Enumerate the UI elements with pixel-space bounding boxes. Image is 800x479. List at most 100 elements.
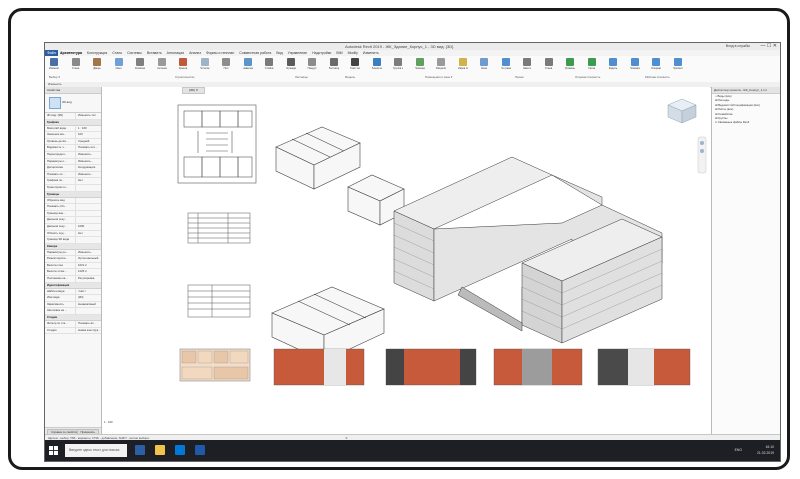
property-row[interactable]: Высота точки ... 1225.4 (45, 269, 101, 277)
property-row[interactable]: Видимость ч... Показать исх... (45, 145, 101, 152)
ribbon-button-model-line[interactable]: Линия модели (372, 58, 382, 70)
edit-type-button[interactable]: Изменить тип (76, 113, 101, 119)
property-row[interactable]: Граница анн... (45, 210, 101, 218)
task-view-icon[interactable] (135, 445, 145, 455)
property-row[interactable]: Параметры о... Изменить... (45, 158, 101, 166)
ribbon-button-curtain-wall[interactable]: Навесная стена (243, 58, 253, 70)
property-value[interactable]: Независимый (76, 302, 101, 308)
ribbon-button-grid[interactable]: Сетка (587, 58, 597, 70)
property-value[interactable]: 1 : 100 (76, 126, 101, 132)
ribbon-button-separator[interactable]: Разделитель (436, 58, 446, 70)
property-row[interactable]: Показать ск... Изменить... (45, 171, 101, 179)
ribbon-button-set-workplane[interactable]: Задать (608, 58, 618, 70)
property-value[interactable]: Показать исх... (76, 145, 101, 151)
property-value[interactable]: 1600 (76, 224, 101, 230)
property-value[interactable]: Новая конструк... (76, 328, 101, 334)
property-value[interactable]: Изменить... (76, 172, 101, 178)
property-row[interactable]: Заголовок на ... (45, 308, 101, 316)
property-value[interactable]: Изменить... (76, 159, 101, 165)
language-indicator[interactable]: ENG (735, 448, 742, 452)
property-value[interactable]: Регулировка (76, 276, 101, 282)
ribbon-button-door[interactable]: Дверь (92, 58, 102, 70)
property-value[interactable]: 100 (76, 132, 101, 138)
ribbon-button-wall[interactable]: Стена (71, 58, 81, 70)
property-value[interactable]: Средний (76, 139, 101, 145)
property-value[interactable]: Нет (76, 178, 101, 184)
file-explorer-icon[interactable] (155, 445, 165, 455)
window-controls[interactable]: — ☐ ✕ (761, 43, 777, 50)
ribbon-button-room-tag[interactable]: Марка помещения (458, 58, 468, 70)
property-row[interactable]: Зависимость Независимый (45, 301, 101, 309)
type-selector[interactable]: 3D вид (45, 94, 101, 113)
ribbon-button-opening-wall[interactable]: Стена (544, 58, 554, 70)
navigation-bar[interactable] (697, 136, 707, 174)
ribbon-button-room[interactable]: Помещение (415, 58, 425, 70)
property-value[interactable]: {3D} (76, 295, 101, 301)
property-value[interactable] (76, 308, 101, 314)
property-value[interactable]: Координация (76, 165, 101, 171)
ribbon-button-railing[interactable]: Ограждение (286, 58, 296, 70)
property-value[interactable]: Изменить... (76, 250, 101, 256)
ribbon-button-component[interactable]: Компонент (135, 58, 145, 70)
property-value[interactable]: Изменить... (76, 152, 101, 158)
ribbon-button-area[interactable]: Зона (479, 58, 489, 70)
property-value[interactable]: 1621.2 (76, 263, 101, 269)
property-value[interactable] (76, 198, 101, 204)
ribbon-button-show[interactable]: Показать (630, 58, 640, 70)
property-row[interactable]: Имя вида {3D} (45, 295, 101, 302)
taskbar-search-input[interactable]: Введите здесь текст для поиска (65, 444, 127, 457)
property-row[interactable]: Граница 3D вида (45, 237, 101, 244)
property-row[interactable]: Дальняя секу... 1600 (45, 223, 101, 231)
revit-app-icon[interactable] (195, 445, 205, 455)
property-value[interactable]: Нет (76, 231, 101, 237)
ribbon-button-stair[interactable]: Лестница (329, 58, 339, 70)
ribbon-button-ceiling[interactable]: Потолок (200, 58, 210, 70)
ribbon-button-shaft[interactable]: Шахта (522, 58, 532, 70)
property-row[interactable]: Значение ма... 100 (45, 132, 101, 139)
property-row[interactable]: Режим перспе... Ортогональный (45, 256, 101, 263)
drawing-canvas[interactable]: {3D} ✕ 1: 100 (102, 87, 710, 428)
property-row[interactable]: Показать обл... (45, 204, 101, 211)
instance-selector[interactable]: 3D вид: {3D} Изменить тип (45, 113, 101, 120)
property-row[interactable]: Переопредел... Изменить... (45, 151, 101, 159)
property-value[interactable] (76, 217, 101, 223)
property-row[interactable]: Шаблон вида <Нет> (45, 288, 101, 296)
property-value[interactable] (76, 211, 101, 217)
ribbon-button-ref-plane[interactable]: Опорная плоскость (651, 58, 661, 70)
ribbon-button-floor[interactable]: Пол (221, 58, 231, 70)
property-row[interactable]: Параметры ре... Изменить... (45, 249, 101, 257)
property-row[interactable]: Дальняя секу... (45, 217, 101, 224)
property-row[interactable]: Масштаб вида 1 : 100 (45, 125, 101, 133)
property-row[interactable]: Стадия Новая конструк... (45, 327, 101, 335)
property-row[interactable]: Область под... Нет (45, 230, 101, 238)
property-value[interactable]: Ортогональный (76, 256, 101, 262)
property-row[interactable]: Положение кa... Регулировка (45, 276, 101, 283)
ribbon-button-model-group[interactable]: Группа модели (393, 58, 403, 70)
property-value[interactable]: 1225.4 (76, 269, 101, 275)
view-scale[interactable]: 1 : 100 (104, 420, 113, 425)
sign-in-link[interactable]: Вход в службы (726, 44, 750, 48)
ribbon-button-by-face[interactable]: По грани (501, 58, 511, 70)
property-value[interactable]: <Нет> (76, 289, 101, 295)
ribbon-button-ramp[interactable]: Пандус (307, 58, 317, 70)
ribbon-button-viewer[interactable]: Просмотр (673, 58, 683, 70)
property-row[interactable]: Графика по... Нет (45, 178, 101, 185)
ribbon-button-modify-arrow[interactable]: Изменить (49, 58, 59, 70)
view-cube[interactable] (667, 98, 697, 124)
windows-start-icon[interactable] (49, 446, 58, 455)
ribbon-button-model-text[interactable]: Текст модели (350, 58, 360, 70)
edge-browser-icon[interactable] (175, 445, 185, 455)
ribbon-button-window[interactable]: Окно (114, 58, 124, 70)
ribbon-button-roof[interactable]: Крыша (178, 58, 188, 70)
browser-tree-item[interactable]: ∞ Связанные файлы Revit (715, 120, 780, 124)
property-value[interactable] (76, 185, 101, 191)
property-row[interactable]: Обрезать вид (45, 197, 101, 205)
ribbon-button-column[interactable]: Колонна (157, 58, 167, 70)
ribbon-button-mullion[interactable]: Стойка (264, 58, 274, 70)
property-value[interactable] (76, 204, 101, 210)
property-row[interactable]: Дисциплина Координация (45, 165, 101, 172)
property-row[interactable]: Фильтр по ста... Показать вс... (45, 321, 101, 328)
property-value[interactable] (76, 237, 101, 243)
property-row[interactable]: Траектория со... (45, 184, 101, 192)
clock[interactable]: 16:10 21.02.2019 (757, 444, 774, 456)
